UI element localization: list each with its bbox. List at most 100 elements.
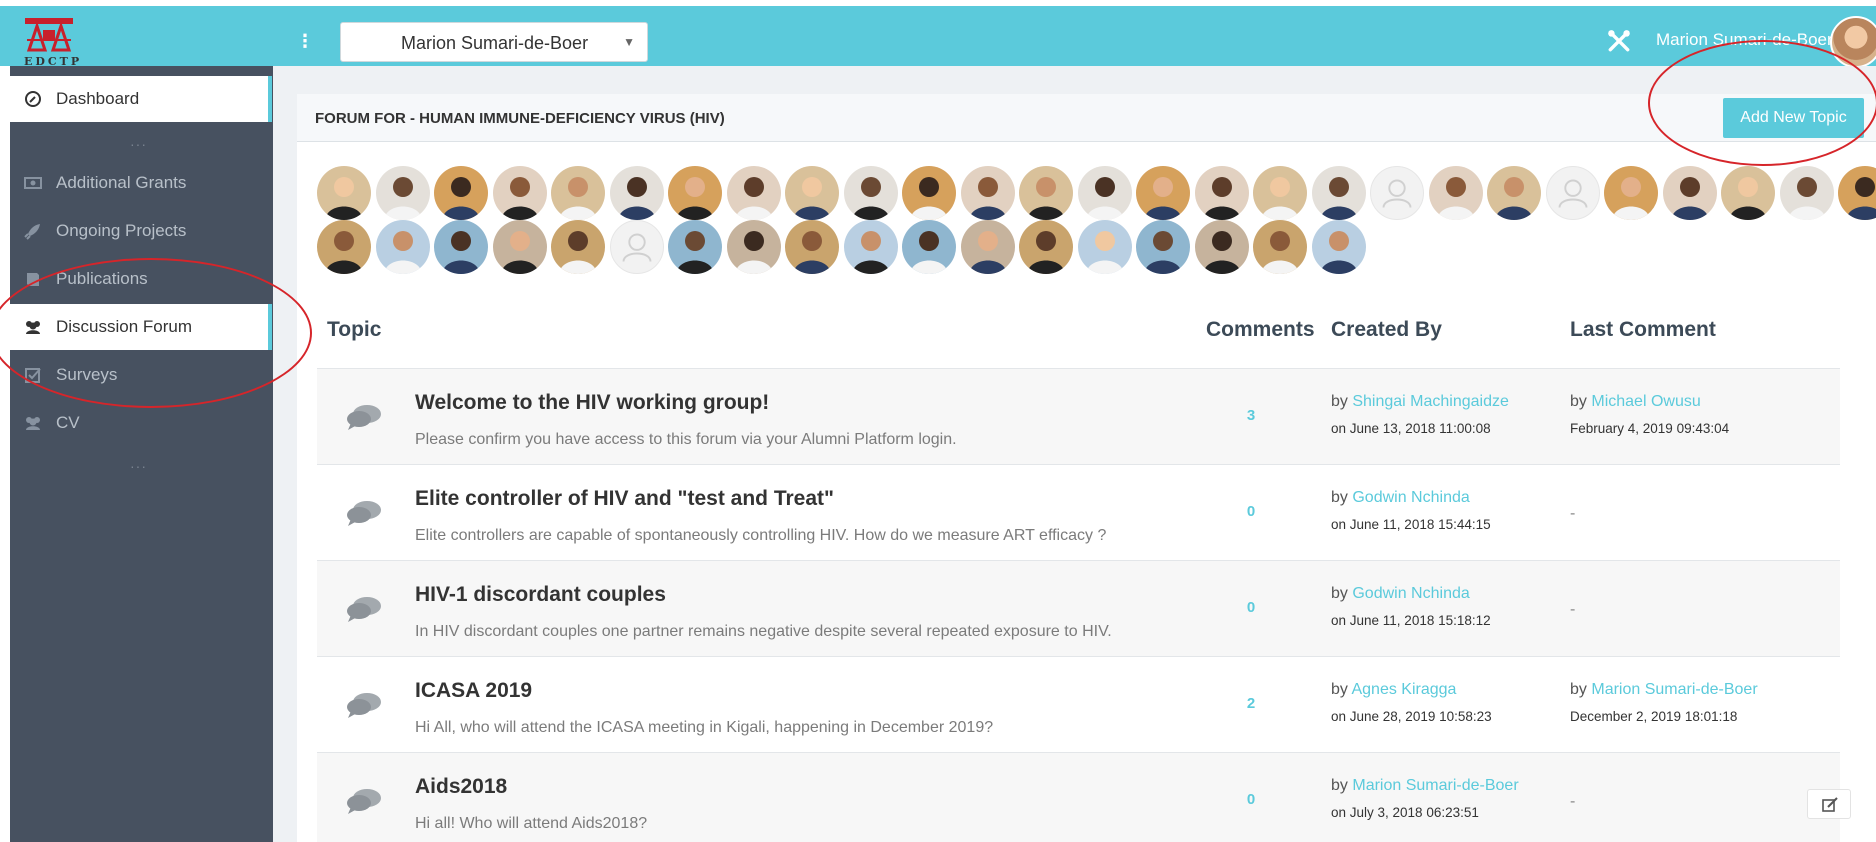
- topic-title[interactable]: HIV-1 discordant couples: [415, 583, 666, 607]
- member-avatar[interactable]: [375, 220, 430, 274]
- sidebar-item-ongoing-projects[interactable]: Ongoing Projects: [10, 208, 272, 254]
- member-avatar[interactable]: [843, 220, 898, 274]
- avatar[interactable]: [1830, 16, 1876, 68]
- member-avatar[interactable]: [668, 220, 722, 274]
- author-link[interactable]: Shingai Machingaidze: [1352, 393, 1509, 410]
- author-link[interactable]: Marion Sumari-de-Boer: [1352, 777, 1518, 794]
- member-avatar[interactable]: [1838, 166, 1876, 220]
- topic-title[interactable]: Aids2018: [415, 775, 507, 799]
- member-avatar[interactable]: [1019, 220, 1073, 274]
- created-by: by Godwin Nchinda: [1331, 489, 1470, 507]
- main-content: FORUM FOR - HUMAN IMMUNE-DEFICIENCY VIRU…: [273, 66, 1876, 842]
- page-title: FORUM FOR - HUMAN IMMUNE-DEFICIENCY VIRU…: [315, 110, 725, 127]
- member-avatar[interactable]: [1136, 166, 1190, 220]
- checkbox-icon: [25, 368, 41, 383]
- comments-icon: [347, 693, 381, 718]
- sidebar-item-surveys[interactable]: Surveys: [10, 352, 272, 398]
- users-icon: [26, 321, 40, 334]
- topic-title[interactable]: ICASA 2019: [415, 679, 532, 703]
- member-avatar[interactable]: [1662, 166, 1717, 220]
- created-on: on June 13, 2018 11:00:08: [1331, 421, 1491, 436]
- member-avatar[interactable]: [1077, 220, 1132, 274]
- by-label: by: [1331, 777, 1348, 794]
- member-avatar[interactable]: [1604, 166, 1658, 220]
- created-by: by Shingai Machingaidze: [1331, 393, 1509, 411]
- money-icon: [24, 177, 42, 189]
- member-avatar-placeholder[interactable]: [609, 220, 664, 274]
- member-avatar[interactable]: [1487, 166, 1541, 220]
- topic-title[interactable]: Elite controller of HIV and "test and Tr…: [415, 487, 834, 511]
- created-on: on June 11, 2018 15:44:15: [1331, 517, 1491, 532]
- table-row[interactable]: Aids2018 Hi all! Who will attend Aids201…: [317, 752, 1851, 842]
- member-avatar[interactable]: [902, 166, 956, 220]
- member-avatar[interactable]: [492, 220, 547, 274]
- last-comment-author-link[interactable]: Marion Sumari-de-Boer: [1591, 681, 1757, 698]
- member-avatar[interactable]: [1253, 166, 1307, 220]
- member-avatar[interactable]: [317, 220, 371, 274]
- member-avatar[interactable]: [317, 166, 371, 220]
- table-row[interactable]: Elite controller of HIV and "test and Tr…: [317, 464, 1840, 560]
- last-comment-author-link[interactable]: Michael Owusu: [1591, 393, 1700, 410]
- member-avatar[interactable]: [785, 166, 839, 220]
- member-avatar[interactable]: [960, 166, 1015, 220]
- member-avatar-placeholder[interactable]: [1370, 166, 1424, 220]
- top-bar: EDCTP ⋮ Marion Sumari-de-Boer ▼ Marion S…: [0, 6, 1876, 68]
- current-user-name[interactable]: Marion Sumari-de-Boer: [1656, 30, 1833, 50]
- member-avatar[interactable]: [551, 220, 605, 274]
- member-avatar[interactable]: [1136, 220, 1190, 274]
- member-avatar[interactable]: [609, 166, 664, 220]
- created-on: on July 3, 2018 06:23:51: [1331, 805, 1479, 820]
- edctp-logo[interactable]: EDCTP: [18, 12, 98, 68]
- edit-topic-button[interactable]: [1807, 789, 1851, 819]
- author-link[interactable]: Agnes Kiragga: [1351, 681, 1456, 698]
- sidebar-item-dashboard[interactable]: Dashboard: [10, 76, 272, 122]
- app-root: EDCTP ⋮ Marion Sumari-de-Boer ▼ Marion S…: [0, 0, 1876, 842]
- sidebar-item-discussion-forum[interactable]: Discussion Forum: [10, 304, 272, 350]
- member-avatar[interactable]: [1077, 166, 1132, 220]
- sidebar-item-additional-grants[interactable]: Additional Grants: [10, 160, 272, 206]
- table-row[interactable]: Welcome to the HIV working group! Please…: [317, 368, 1840, 464]
- sidebar-item-cv[interactable]: CV: [10, 400, 272, 446]
- author-link[interactable]: Godwin Nchinda: [1352, 585, 1469, 602]
- member-avatar[interactable]: [726, 166, 781, 220]
- table-row[interactable]: ICASA 2019 Hi All, who will attend the I…: [317, 656, 1840, 752]
- comment-count: 2: [1246, 695, 1256, 712]
- sidebar-item-label: CV: [56, 413, 80, 432]
- member-avatar[interactable]: [1194, 220, 1249, 274]
- member-avatar[interactable]: [1779, 166, 1834, 220]
- comment-count: 0: [1246, 503, 1256, 520]
- member-avatar[interactable]: [1019, 166, 1073, 220]
- author-link[interactable]: Godwin Nchinda: [1352, 489, 1469, 506]
- created-by: by Marion Sumari-de-Boer: [1331, 777, 1519, 795]
- member-avatar[interactable]: [785, 220, 839, 274]
- comments-icon: [347, 597, 381, 622]
- member-avatar[interactable]: [434, 220, 488, 274]
- member-avatar[interactable]: [843, 166, 898, 220]
- member-avatar[interactable]: [1194, 166, 1249, 220]
- member-avatar-placeholder[interactable]: [1545, 166, 1600, 220]
- logo-mark: [25, 18, 73, 52]
- created-by: by Agnes Kiragga: [1331, 681, 1456, 699]
- member-avatar[interactable]: [434, 166, 488, 220]
- member-avatar[interactable]: [726, 220, 781, 274]
- topic-title[interactable]: Welcome to the HIV working group!: [415, 391, 769, 415]
- user-selector[interactable]: Marion Sumari-de-Boer ▼: [340, 22, 648, 62]
- member-avatar[interactable]: [960, 220, 1015, 274]
- member-avatar[interactable]: [492, 166, 547, 220]
- table-row[interactable]: HIV-1 discordant couples In HIV discorda…: [317, 560, 1840, 656]
- created-on: on June 11, 2018 15:18:12: [1331, 613, 1491, 628]
- member-avatar[interactable]: [902, 220, 956, 274]
- sidebar-item-publications[interactable]: Publications: [10, 256, 272, 302]
- topic-description: Hi All, who will attend the ICASA meetin…: [415, 719, 994, 736]
- member-avatar[interactable]: [1721, 166, 1775, 220]
- tools-icon[interactable]: [1606, 28, 1632, 54]
- member-avatar[interactable]: [551, 166, 605, 220]
- member-avatar[interactable]: [1311, 220, 1366, 274]
- menu-dots-button[interactable]: ⋮: [296, 28, 314, 54]
- member-avatar[interactable]: [1311, 166, 1366, 220]
- member-avatar[interactable]: [1253, 220, 1307, 274]
- member-avatar[interactable]: [668, 166, 722, 220]
- member-avatar[interactable]: [375, 166, 430, 220]
- add-new-topic-button[interactable]: Add New Topic: [1723, 98, 1864, 138]
- member-avatar[interactable]: [1428, 166, 1483, 220]
